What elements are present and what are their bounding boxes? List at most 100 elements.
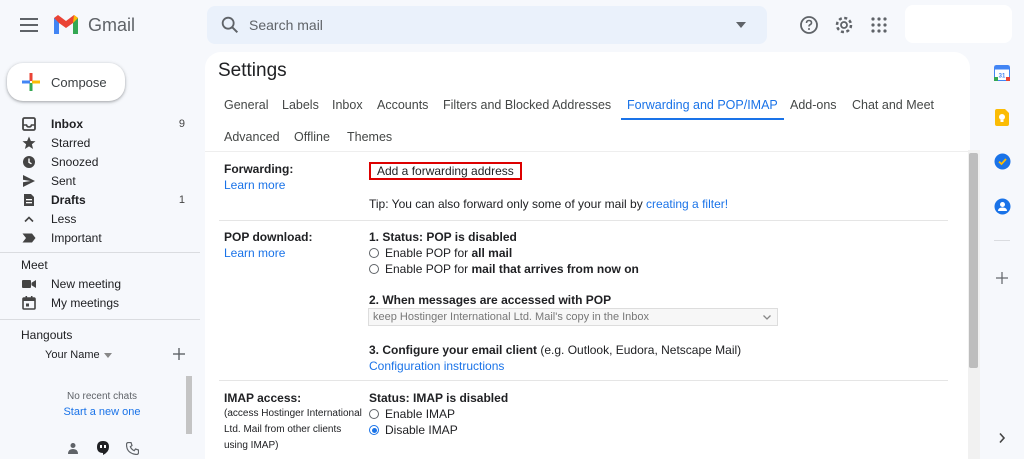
phone-icon	[125, 441, 139, 455]
sidebar-item-drafts[interactable]: Drafts 1	[0, 190, 200, 209]
search-icon[interactable]	[219, 14, 241, 36]
new-conversation-button[interactable]	[173, 348, 185, 364]
plus-icon	[996, 272, 1008, 284]
apps-grid-icon	[871, 17, 887, 33]
radio-button-selected[interactable]	[369, 425, 379, 435]
tab-accounts[interactable]: Accounts	[377, 98, 428, 112]
contacts-tab[interactable]	[64, 439, 82, 457]
start-new-chat-link[interactable]: Start a new one	[0, 406, 204, 418]
hangouts-section-title: Hangouts	[21, 328, 73, 342]
tab-inbox[interactable]: Inbox	[332, 98, 363, 112]
hangouts-chat-tab[interactable]	[94, 439, 112, 457]
contacts-app-button[interactable]	[992, 196, 1012, 216]
sidebar-item-starred[interactable]: Starred	[0, 133, 200, 152]
settings-scrollbar-thumb[interactable]	[969, 153, 978, 368]
support-button[interactable]	[796, 12, 822, 38]
pop-status: 1. Status: POP is disabled	[369, 230, 517, 244]
radio-label: Enable POP for all mail	[385, 246, 513, 260]
calendar-icon	[21, 295, 37, 311]
sidebar-item-new-meeting[interactable]: New meeting	[0, 274, 200, 293]
sidebar-item-label: Important	[51, 230, 102, 245]
radio-label: Enable POP for mail that arrives from no…	[385, 262, 639, 276]
hangouts-bottom-tabs	[0, 436, 204, 459]
gmail-logo[interactable]: Gmail	[52, 10, 135, 40]
keep-icon	[995, 108, 1009, 126]
tab-themes[interactable]: Themes	[347, 130, 392, 144]
sidebar-scrollbar[interactable]	[186, 376, 192, 434]
tab-filters[interactable]: Filters and Blocked Addresses	[443, 98, 611, 112]
disable-imap-radio[interactable]: Disable IMAP	[369, 422, 458, 438]
tab-advanced[interactable]: Advanced	[224, 130, 280, 144]
compose-label: Compose	[51, 75, 107, 90]
sidebar-item-label: New meeting	[51, 276, 122, 291]
configure-title: 3. Configure your email client	[369, 343, 538, 357]
pop-all-mail-radio[interactable]: Enable POP for all mail	[369, 245, 512, 261]
get-add-ons-button[interactable]	[992, 268, 1012, 288]
sidebar-divider	[0, 252, 200, 253]
section-divider	[219, 380, 948, 381]
tab-add-ons[interactable]: Add-ons	[790, 98, 837, 112]
imap-access-note: (access Hostinger International Ltd. Mai…	[224, 408, 362, 451]
sidebar-item-snoozed[interactable]: Snoozed	[0, 152, 200, 171]
top-bar: Gmail	[0, 0, 1024, 50]
enable-imap-radio[interactable]: Enable IMAP	[369, 406, 455, 422]
compose-button[interactable]: Compose	[7, 63, 125, 101]
keep-app-button[interactable]	[992, 107, 1012, 127]
sidebar-item-inbox[interactable]: Inbox 9	[0, 114, 200, 133]
radio-button[interactable]	[369, 264, 379, 274]
settings-panel: Settings General Labels Inbox Accounts F…	[205, 52, 970, 459]
sidebar-item-label: Less	[51, 211, 77, 226]
radio-button[interactable]	[369, 248, 379, 258]
radio-button[interactable]	[369, 409, 379, 419]
imap-access-label: IMAP access:	[224, 391, 302, 405]
search-bar	[207, 6, 767, 44]
sidebar-item-label: My meetings	[51, 295, 120, 310]
creating-filter-link[interactable]: creating a filter!	[646, 197, 728, 211]
pop-learn-more-link[interactable]: Learn more	[224, 246, 285, 260]
tab-general[interactable]: General	[224, 98, 268, 112]
tab-offline[interactable]: Offline	[294, 130, 330, 144]
video-icon	[21, 276, 37, 292]
contacts-icon	[994, 198, 1010, 214]
forwarding-learn-more-link[interactable]: Learn more	[224, 178, 285, 192]
imap-status: Status: IMAP is disabled	[369, 391, 509, 405]
show-side-panel-button[interactable]	[992, 428, 1012, 448]
inbox-icon	[21, 116, 37, 132]
calendar-app-button[interactable]: 31	[992, 63, 1012, 83]
compose-plus-icon	[22, 73, 40, 91]
person-icon	[68, 443, 78, 454]
pop-access-select[interactable]: keep Hostinger International Ltd. Mail's…	[368, 308, 778, 326]
no-recent-chats-text: No recent chats	[66, 391, 138, 402]
pop-access-title: 2. When messages are accessed with POP	[369, 293, 612, 307]
sidebar-item-my-meetings[interactable]: My meetings	[0, 293, 200, 312]
main-menu-button[interactable]	[14, 10, 44, 40]
send-icon	[21, 173, 37, 189]
sidebar-item-important[interactable]: Important	[0, 228, 200, 247]
tab-chat-and-meet[interactable]: Chat and Meet	[852, 98, 934, 112]
phone-calls-tab[interactable]	[123, 439, 141, 457]
pop-configure: 3. Configure your email client (e.g. Out…	[369, 343, 741, 357]
hangouts-user-menu[interactable]: Your Name	[45, 349, 112, 361]
settings-tabs: General Labels Inbox Accounts Filters an…	[205, 92, 970, 122]
plus-icon	[173, 348, 185, 360]
sidebar-item-less[interactable]: Less	[0, 209, 200, 228]
tabs-divider	[205, 151, 970, 152]
gmail-app: Gmail Search mail Compose Inbox 9 Starre…	[0, 0, 1024, 459]
apps-button[interactable]	[866, 12, 892, 38]
settings-button[interactable]	[831, 12, 857, 38]
configuration-instructions-link[interactable]: Configuration instructions	[369, 359, 504, 373]
section-divider	[219, 220, 948, 221]
radio-label: Enable IMAP	[385, 407, 456, 421]
gear-icon	[835, 16, 853, 34]
tab-labels[interactable]: Labels	[282, 98, 319, 112]
add-forwarding-address-button[interactable]: Add a forwarding address	[369, 162, 522, 180]
sidebar-item-sent[interactable]: Sent	[0, 171, 200, 190]
search-input[interactable]	[249, 15, 719, 35]
search-options-button[interactable]	[731, 15, 751, 35]
tab-forwarding-pop-imap[interactable]: Forwarding and POP/IMAP	[627, 98, 778, 112]
hangouts-user-name: Your Name	[45, 349, 100, 361]
pop-from-now-radio[interactable]: Enable POP for mail that arrives from no…	[369, 261, 639, 277]
tasks-app-button[interactable]	[992, 151, 1012, 171]
forwarding-tip: Tip: You can also forward only some of y…	[369, 197, 728, 211]
account-button[interactable]	[905, 5, 1012, 43]
